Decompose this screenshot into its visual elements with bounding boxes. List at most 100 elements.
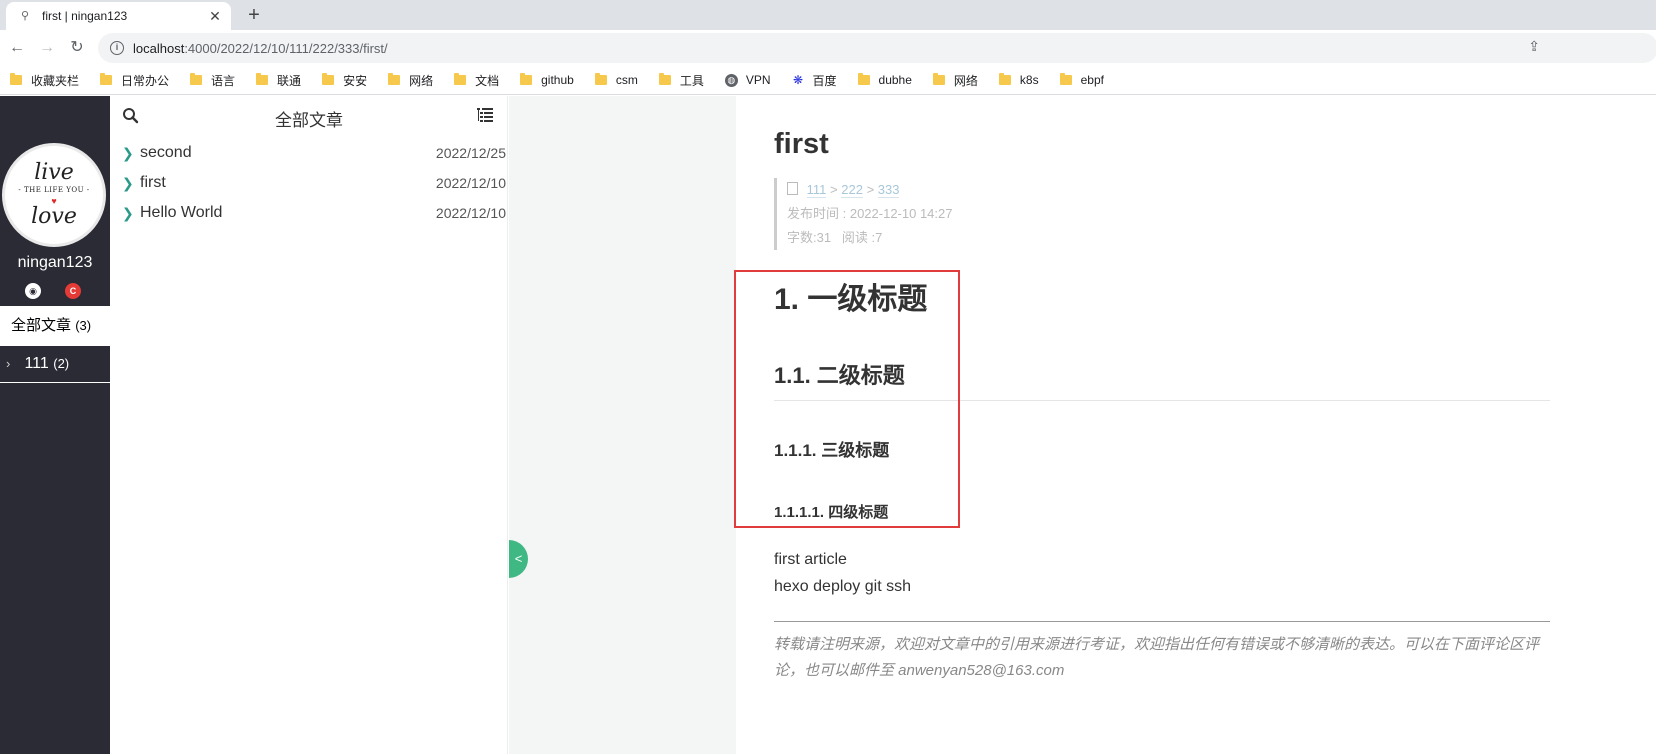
folder-icon	[256, 73, 269, 85]
bookmark-label: k8s	[1019, 73, 1039, 87]
bookmark-label: 收藏夹栏	[31, 73, 80, 88]
word-count: 字数:31	[787, 230, 832, 245]
bookmark-item[interactable]: ❋ 百度	[792, 72, 837, 89]
close-tab-icon[interactable]: ✕	[207, 8, 223, 25]
tab-title: first | ningan123	[42, 9, 128, 23]
url-host: localhost	[133, 40, 185, 56]
baidu-paw-icon: ❋	[792, 72, 804, 87]
publish-time: 发布时间 : 2022-12-10 14:27	[787, 206, 953, 221]
chevron-right-icon: ❯	[122, 144, 134, 161]
folder-icon	[388, 73, 401, 85]
breadcrumb-item[interactable]: 111	[806, 182, 827, 198]
bookmark-label: 工具	[679, 73, 704, 88]
browser-tab[interactable]: ⚲ first | ningan123 ✕	[6, 2, 231, 30]
forward-button[interactable]: →	[36, 38, 58, 58]
divider	[774, 621, 1550, 622]
list-item[interactable]: ❯ second 2022/12/25	[122, 138, 506, 168]
bookmark-item[interactable]: dubhe	[857, 73, 912, 87]
bookmark-label: csm	[615, 73, 638, 87]
bookmark-label: 联通	[277, 73, 302, 88]
url-path: :4000/2022/12/10/111/222/333/first/	[184, 40, 388, 56]
blog-sidebar: live - THE LIFE YOU - ♥ love ningan123 ◉…	[0, 96, 110, 754]
category-item-111[interactable]: › 111 (2)	[0, 346, 110, 383]
list-item[interactable]: ❯ first 2022/12/10	[122, 168, 506, 198]
bookmark-label: dubhe	[878, 73, 912, 87]
stats: 字数:31 阅读 :7	[787, 226, 1274, 250]
folder-icon	[454, 73, 467, 85]
folder-icon	[190, 73, 203, 85]
bookmark-item[interactable]: 安安	[322, 72, 367, 89]
new-tab-button[interactable]: +	[243, 3, 265, 27]
bookmark-label: 日常办公	[121, 73, 170, 88]
paragraph: first article	[774, 551, 847, 568]
all-articles-link[interactable]: 全部文章 (3)	[0, 306, 110, 346]
bookmark-item[interactable]: 语言	[190, 72, 235, 89]
avatar[interactable]: live - THE LIFE YOU - ♥ love	[2, 143, 106, 247]
avatar-text-bottom: love	[31, 204, 77, 229]
folder-icon	[10, 73, 22, 85]
bookmark-item[interactable]: 收藏夹栏	[10, 72, 79, 89]
bookmark-item[interactable]: 联通	[256, 72, 301, 89]
list-item-title: first	[140, 174, 166, 191]
folder-icon	[658, 73, 671, 85]
address-bar[interactable]: i localhost:4000/2022/12/10/111/222/333/…	[98, 33, 1656, 63]
back-button[interactable]: ←	[6, 38, 28, 58]
csdn-icon[interactable]: C	[65, 283, 81, 299]
bookmark-item[interactable]: github	[520, 73, 574, 87]
bookmark-item[interactable]: ebpf	[1059, 73, 1104, 87]
breadcrumb-separator: >	[830, 182, 838, 197]
list-item-date: 2022/12/10	[435, 205, 506, 221]
browser-tab-strip: ⚲ first | ningan123 ✕ +	[0, 0, 1656, 30]
bookmark-item[interactable]: 日常办公	[100, 72, 169, 89]
site-info-icon[interactable]: i	[110, 41, 124, 55]
folder-icon	[932, 73, 945, 85]
category-count: (2)	[53, 356, 70, 371]
article-meta: 111 > 222 > 333 发布时间 : 2022-12-10 14:27 …	[774, 178, 1274, 250]
folder-icon	[520, 73, 533, 85]
list-item-date: 2022/12/10	[435, 175, 506, 191]
bookmark-item[interactable]: 工具	[658, 72, 704, 89]
browser-toolbar: ← → ↻ i localhost:4000/2022/12/10/111/22…	[0, 30, 1656, 66]
bookmark-item[interactable]: 文档	[454, 72, 499, 89]
article-title: first	[774, 128, 829, 160]
all-articles-label: 全部文章	[11, 317, 72, 334]
hexo-favicon-icon: ⚲	[20, 10, 30, 22]
breadcrumb-item[interactable]: 333	[877, 182, 900, 198]
bookmark-label: 网络	[409, 73, 434, 88]
all-articles-count: (3)	[75, 318, 92, 333]
breadcrumb-item[interactable]: 222	[841, 182, 863, 198]
avatar-text-middle: - THE LIFE YOU -	[18, 186, 90, 194]
bookmark-label: 百度	[812, 73, 837, 88]
article-list-panel: 全部文章 ❯ second 2022/12/25 ❯ first 2022/12…	[110, 96, 508, 754]
list-item[interactable]: ❯ Hello World 2022/12/10	[122, 198, 506, 228]
bookmark-item[interactable]: csm	[594, 73, 638, 87]
bookmark-label: 文档	[475, 73, 500, 88]
github-icon[interactable]: ◉	[25, 283, 41, 299]
highlight-box	[734, 270, 960, 528]
bookmark-item[interactable]: 网络	[932, 72, 978, 89]
toc-list-icon[interactable]	[477, 108, 493, 126]
bookmark-label: github	[541, 73, 574, 87]
list-title: 全部文章	[275, 111, 343, 130]
read-count: 阅读 :7	[841, 230, 883, 245]
list-item-title: second	[140, 144, 192, 161]
bookmarks-bar: 收藏夹栏 日常办公 语言 联通 安安 网络 文档 github csm 工具 ◍ VPN ❋ 百度 dubh…	[0, 66, 1656, 95]
bookmark-label: 语言	[211, 73, 236, 88]
copyright-notice: 转载请注明来源，欢迎对文章中的引用来源进行考证，欢迎指出任何有错误或不够清晰的表…	[774, 636, 1540, 679]
bookmark-item[interactable]: k8s	[998, 73, 1039, 87]
reload-button[interactable]: ↻	[66, 38, 88, 58]
list-item-date: 2022/12/25	[435, 145, 506, 161]
list-item-title: Hello World	[140, 204, 223, 221]
avatar-text-top: live	[34, 160, 74, 185]
bookmark-item[interactable]: 网络	[388, 72, 433, 89]
folder-icon	[322, 73, 335, 85]
bookmark-item[interactable]: ◍ VPN	[724, 73, 771, 87]
chevron-right-icon: ❯	[122, 204, 134, 221]
breadcrumb: 111 > 222 > 333	[787, 178, 1274, 202]
bookmark-label: VPN	[745, 73, 771, 87]
article-content: first 111 > 222 > 333 发布时间 : 2022-12-10 …	[734, 96, 1656, 754]
document-icon	[787, 182, 798, 195]
breadcrumb-separator: >	[866, 182, 875, 197]
share-icon[interactable]: ⇪	[1528, 38, 1540, 55]
bookmark-label: ebpf	[1080, 73, 1104, 87]
